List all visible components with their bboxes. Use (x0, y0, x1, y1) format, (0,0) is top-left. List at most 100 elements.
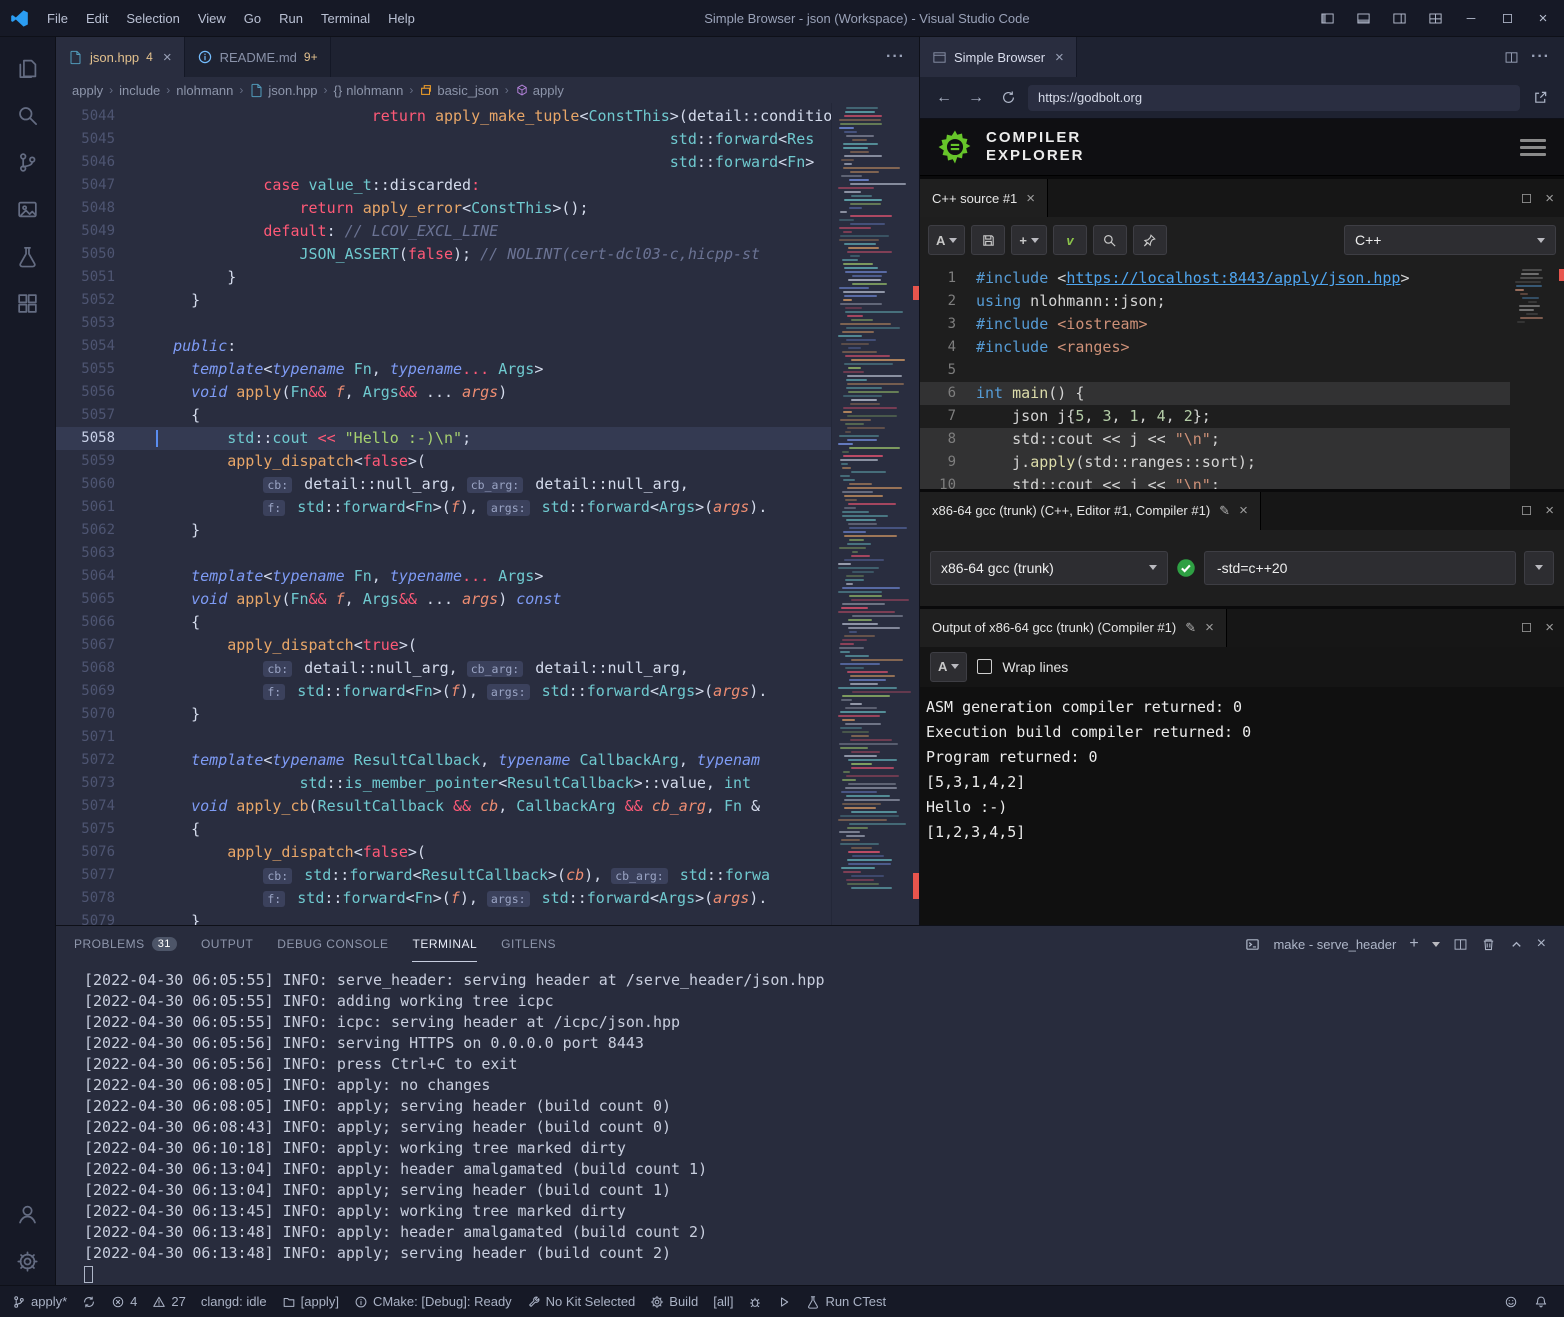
activity-extensions[interactable] (4, 280, 52, 327)
maximize-pane-icon[interactable] (1520, 621, 1533, 634)
font-size-button[interactable]: A (928, 225, 965, 255)
code-line[interactable]: 7 json j{5, 3, 1, 4, 2}; (920, 405, 1510, 428)
code-line[interactable]: 5068 cb: detail::null_arg, cb_arg: detai… (56, 657, 831, 680)
breadcrumb-item-apply[interactable]: apply (515, 83, 564, 98)
customize-layout-icon[interactable] (1418, 3, 1452, 33)
code-line[interactable]: 5062 } (56, 519, 831, 542)
activity-search[interactable] (4, 92, 52, 139)
code-line[interactable]: 5079 } (56, 910, 831, 925)
status-bug[interactable] (748, 1295, 762, 1309)
maximize-panel-icon[interactable] (1509, 937, 1524, 952)
code-line[interactable]: 5044 return apply_make_tuple<ConstThis>(… (56, 105, 831, 128)
status-build[interactable]: Build (650, 1294, 698, 1309)
split-editor-icon[interactable] (1504, 50, 1519, 65)
maximize-icon[interactable] (1490, 3, 1524, 33)
editor-tab-json.hpp[interactable]: json.hpp4× (56, 37, 185, 77)
code-line[interactable]: 5048 return apply_error<ConstThis>(); (56, 197, 831, 220)
activity-settings[interactable] (4, 1238, 52, 1285)
status-all[interactable]: [all] (713, 1294, 733, 1309)
code-line[interactable]: 5078 f: std::forward<Fn>(f), args: std::… (56, 887, 831, 910)
open-external-icon[interactable] (1528, 86, 1552, 110)
code-line[interactable]: 5059 apply_dispatch<false>( (56, 450, 831, 473)
layout-panel-icon[interactable] (1346, 3, 1380, 33)
code-line[interactable]: 5075 { (56, 818, 831, 841)
terminal-dropdown-icon[interactable] (1432, 942, 1440, 947)
options-dropdown-icon[interactable] (1524, 551, 1554, 585)
menu-selection[interactable]: Selection (117, 0, 188, 37)
code-line[interactable]: 5064 template<typename Fn, typename... A… (56, 565, 831, 588)
breadcrumb-item-nlohmann[interactable]: {}nlohmann (334, 83, 404, 98)
code-line[interactable]: 5052 } (56, 289, 831, 312)
close-window-icon[interactable]: × (1526, 3, 1560, 33)
code-line[interactable]: 5074 void apply_cb(ResultCallback && cb,… (56, 795, 831, 818)
status-cmake-debug-ready[interactable]: CMake: [Debug]: Ready (354, 1294, 512, 1309)
ce-code-area[interactable]: 1#include <https://localhost:8443/apply/… (920, 263, 1510, 489)
close-icon[interactable]: × (1055, 49, 1064, 66)
save-button[interactable] (971, 225, 1005, 255)
code-line[interactable]: 5073 std::is_member_pointer<ResultCallba… (56, 772, 831, 795)
code-line[interactable]: 8 std::cout << j << "\n"; (920, 428, 1510, 451)
panel-tab-gitlens[interactable]: GITLENS (501, 926, 556, 962)
menu-file[interactable]: File (38, 0, 77, 37)
code-area[interactable]: 5044 return apply_make_tuple<ConstThis>(… (56, 103, 831, 925)
breadcrumb-item-include[interactable]: include (119, 83, 160, 98)
pin-button[interactable] (1133, 225, 1167, 255)
code-line[interactable]: 5056 void apply(Fn&& f, Args&& ... args) (56, 381, 831, 404)
code-line[interactable]: 5071 (56, 726, 831, 749)
compiler-options-input[interactable]: -std=c++20 (1204, 551, 1516, 585)
close-icon[interactable]: × (1205, 619, 1214, 636)
edit-title-icon[interactable]: ✎ (1185, 620, 1196, 636)
code-line[interactable]: 5063 (56, 542, 831, 565)
code-line[interactable]: 5053 (56, 312, 831, 335)
code-line[interactable]: 5050 JSON_ASSERT(false); // NOLINT(cert-… (56, 243, 831, 266)
activity-source-control[interactable] (4, 139, 52, 186)
code-line[interactable]: 5047 case value_t::discarded: (56, 174, 831, 197)
menu-terminal[interactable]: Terminal (312, 0, 379, 37)
panel-tab-problems[interactable]: PROBLEMS31 (74, 926, 177, 962)
code-editor[interactable]: 5044 return apply_make_tuple<ConstThis>(… (56, 103, 919, 925)
status-apply[interactable]: [apply] (282, 1294, 339, 1309)
close-panel-icon[interactable]: × (1537, 935, 1546, 953)
menu-run[interactable]: Run (270, 0, 312, 37)
code-line[interactable]: 2using nlohmann::json; (920, 290, 1510, 313)
code-line[interactable]: 9 j.apply(std::ranges::sort); (920, 451, 1510, 474)
language-select[interactable]: C++ (1344, 225, 1556, 255)
search-button[interactable] (1093, 225, 1127, 255)
close-icon[interactable]: × (1026, 190, 1035, 207)
close-pane-icon[interactable]: × (1545, 619, 1554, 636)
ce-source-editor[interactable]: 1#include <https://localhost:8443/apply/… (920, 263, 1564, 489)
add-pane-button[interactable]: + (1011, 225, 1047, 255)
status-play[interactable] (777, 1295, 791, 1309)
editor-tab-readme.md[interactable]: README.md9+ (185, 37, 331, 77)
activity-live-preview[interactable] (4, 186, 52, 233)
code-line[interactable]: 5051 } (56, 266, 831, 289)
menu-help[interactable]: Help (379, 0, 424, 37)
more-actions-icon[interactable]: ··· (886, 48, 905, 66)
code-line[interactable]: 5072 template<typename ResultCallback, t… (56, 749, 831, 772)
breadcrumb-item-apply[interactable]: apply (72, 83, 103, 98)
status-4[interactable]: 4 (111, 1294, 137, 1309)
terminal[interactable]: [2022-04-30 06:05:55] INFO: serve_header… (56, 962, 1564, 1285)
code-line[interactable]: 5070 } (56, 703, 831, 726)
code-line[interactable]: 1#include <https://localhost:8443/apply/… (920, 267, 1510, 290)
compiler-select[interactable]: x86-64 gcc (trunk) (930, 551, 1168, 585)
maximize-pane-icon[interactable] (1520, 504, 1533, 517)
breadcrumb-item-basic_json[interactable]: basic_json (419, 83, 498, 98)
maximize-pane-icon[interactable] (1520, 192, 1533, 205)
status-clangd-idle[interactable]: clangd: idle (201, 1294, 267, 1309)
status-run-ctest[interactable]: Run CTest (806, 1294, 886, 1309)
forward-icon[interactable]: → (964, 86, 988, 110)
activity-account[interactable] (4, 1191, 52, 1238)
layout-sidebar-right-icon[interactable] (1382, 3, 1416, 33)
back-icon[interactable]: ← (932, 86, 956, 110)
panel-tab-output[interactable]: OUTPUT (201, 926, 253, 962)
tab-simple-browser[interactable]: Simple Browser × (920, 37, 1077, 77)
code-line[interactable]: 4#include <ranges> (920, 336, 1510, 359)
status-feedback[interactable] (1504, 1295, 1518, 1309)
status-apply[interactable]: apply* (12, 1294, 67, 1309)
code-line[interactable]: 3#include <iostream> (920, 313, 1510, 336)
close-pane-icon[interactable]: × (1545, 502, 1554, 519)
close-icon[interactable]: × (163, 49, 172, 66)
code-line[interactable]: 5067 apply_dispatch<true>( (56, 634, 831, 657)
code-line[interactable]: 5 (920, 359, 1510, 382)
